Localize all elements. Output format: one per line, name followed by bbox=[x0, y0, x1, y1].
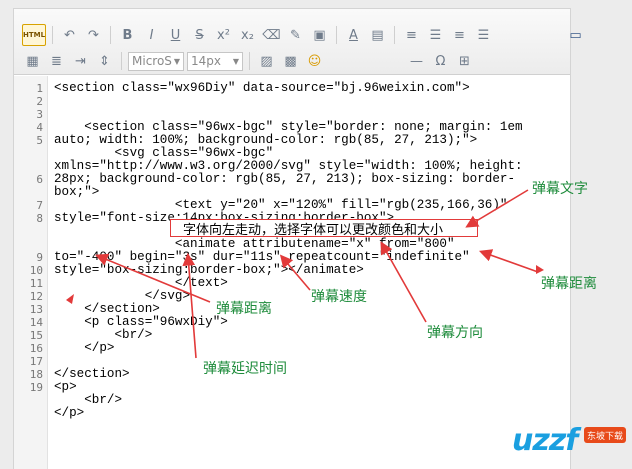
code-line[interactable] bbox=[54, 355, 564, 368]
app-window: HTML ↶ ↷ B I U S x² x₂ ⌫ ✎ ▣ A ▤ ≡ ☰ ≡ ☰… bbox=[0, 0, 632, 469]
line-number: 11 bbox=[29, 277, 43, 290]
align-right-icon[interactable]: ≡ bbox=[449, 25, 470, 46]
watermark-badge: 东坡下载 bbox=[584, 427, 626, 443]
code-line[interactable]: <br/> bbox=[54, 394, 564, 407]
toolbar-divider bbox=[249, 52, 250, 70]
strikethrough-icon[interactable]: S bbox=[189, 25, 210, 46]
line-number: 1 bbox=[36, 82, 43, 95]
align-left-icon[interactable]: ≡ bbox=[401, 25, 422, 46]
code-line[interactable]: </section> bbox=[54, 368, 564, 381]
border-icon[interactable]: ▦ bbox=[22, 51, 43, 72]
highlight-icon[interactable]: ▤ bbox=[367, 25, 388, 46]
line-number: 14 bbox=[29, 316, 43, 329]
code-line[interactable] bbox=[54, 95, 564, 108]
font-size-select[interactable]: 14px ▼ bbox=[187, 51, 243, 71]
line-number: 6 bbox=[36, 173, 43, 186]
source-code-area[interactable]: 1 2 3 4 5 6 7 8 9 10 11 12 13 14 15 16 17 18 19 <section c… bbox=[14, 76, 570, 469]
line-number: 5 bbox=[36, 134, 43, 147]
line-number: 17 bbox=[29, 355, 43, 368]
superscript-icon[interactable]: x² bbox=[213, 25, 234, 46]
underline-icon[interactable]: U bbox=[165, 25, 186, 46]
watermark-logo: uzzf 东坡下载 bbox=[510, 415, 628, 465]
tooltip-text: 字体向左走动，选择字体可以更改颜色和大小 bbox=[183, 222, 444, 238]
toolbar-divider bbox=[121, 52, 122, 70]
chevron-down-icon: ▼ bbox=[173, 56, 180, 66]
line-number: 12 bbox=[29, 290, 43, 303]
toolbar-row-2: ▦ ≣ ⇥ ⇕ MicroS ▼ 14px ▼ ▨ ▩ ☺ — Ω ⊞ bbox=[22, 49, 475, 73]
image-icon[interactable]: ▩ bbox=[280, 51, 301, 72]
bold-icon[interactable]: B bbox=[117, 25, 138, 46]
code-content[interactable]: <section class="wx96Diy" data-source="bj… bbox=[54, 82, 564, 420]
redo-icon[interactable]: ↷ bbox=[83, 25, 104, 46]
indent-icon[interactable]: ⇥ bbox=[70, 51, 91, 72]
toolbar-divider bbox=[336, 26, 337, 44]
line-number: 4 bbox=[36, 121, 43, 134]
omega-icon[interactable]: Ω bbox=[430, 51, 451, 72]
link-icon[interactable]: ⊞ bbox=[454, 51, 475, 72]
html-source-button[interactable]: HTML bbox=[22, 24, 46, 46]
line-number: 7 bbox=[36, 199, 43, 212]
editor-toolbar: HTML ↶ ↷ B I U S x² x₂ ⌫ ✎ ▣ A ▤ ≡ ☰ ≡ ☰… bbox=[14, 9, 582, 75]
format-painter-icon[interactable]: ✎ bbox=[285, 25, 306, 46]
undo-icon[interactable]: ↶ bbox=[59, 25, 80, 46]
align-justify-icon[interactable]: ☰ bbox=[473, 25, 494, 46]
font-family-select[interactable]: MicroS ▼ bbox=[128, 51, 184, 71]
line-height-icon[interactable]: ≣ bbox=[46, 51, 67, 72]
code-line[interactable]: <p> bbox=[54, 381, 564, 394]
paste-icon[interactable]: ▣ bbox=[309, 25, 330, 46]
annotation-danmu-distance-right: 弹幕距离 bbox=[541, 276, 597, 292]
tooltip-box: 字体向左走动，选择字体可以更改颜色和大小 bbox=[170, 219, 478, 238]
insert-image-icon[interactable]: ▨ bbox=[256, 51, 277, 72]
annotation-danmu-text: 弹幕文字 bbox=[532, 181, 588, 197]
align-center-icon[interactable]: ☰ bbox=[425, 25, 446, 46]
line-number: 13 bbox=[29, 303, 43, 316]
code-line[interactable]: 28px; background-color: rgb(85, 27, 213)… bbox=[54, 173, 564, 186]
line-number: 15 bbox=[29, 329, 43, 342]
toolbar-divider bbox=[52, 26, 53, 44]
toolbar-divider bbox=[110, 26, 111, 44]
annotation-danmu-delay: 弹幕延迟时间 bbox=[203, 361, 287, 377]
line-number: 8 bbox=[36, 212, 43, 225]
annotation-danmu-distance: 弹幕距离 bbox=[216, 301, 272, 317]
toolbar-row-1: HTML ↶ ↷ B I U S x² x₂ ⌫ ✎ ▣ A ▤ ≡ ☰ ≡ ☰… bbox=[22, 23, 586, 47]
annotation-danmu-speed: 弹幕速度 bbox=[311, 289, 367, 305]
subscript-icon[interactable]: x₂ bbox=[237, 25, 258, 46]
line-number: 10 bbox=[29, 264, 43, 277]
font-size-value: 14px bbox=[191, 54, 221, 68]
code-line[interactable]: <section class="wx96Diy" data-source="bj… bbox=[54, 82, 564, 95]
text-color-icon[interactable]: A bbox=[343, 25, 364, 46]
toolbar-divider bbox=[394, 26, 395, 44]
code-line[interactable]: <br/> bbox=[54, 329, 564, 342]
spacing-icon[interactable]: ⇕ bbox=[94, 51, 115, 72]
eraser-icon[interactable]: ⌫ bbox=[261, 25, 282, 46]
annotation-danmu-direction: 弹幕方向 bbox=[427, 325, 483, 341]
font-family-value: MicroS bbox=[132, 54, 172, 68]
line-number: 3 bbox=[36, 108, 43, 121]
line-number: 9 bbox=[36, 251, 43, 264]
rich-text-editor: HTML ↶ ↷ B I U S x² x₂ ⌫ ✎ ▣ A ▤ ≡ ☰ ≡ ☰… bbox=[13, 8, 582, 469]
code-line[interactable]: </p> bbox=[54, 342, 564, 355]
horizontal-rule-icon[interactable]: — bbox=[406, 51, 427, 72]
code-line[interactable]: </p> bbox=[54, 407, 564, 420]
line-number: 19 bbox=[29, 381, 43, 394]
line-number-gutter: 1 2 3 4 5 6 7 8 9 10 11 12 13 14 15 16 17 18 19 bbox=[14, 76, 48, 469]
line-number: 18 bbox=[29, 368, 43, 381]
line-number: 2 bbox=[36, 95, 43, 108]
fullscreen-icon[interactable]: ▭ bbox=[565, 25, 586, 46]
watermark-brand: uzzf bbox=[512, 423, 578, 458]
italic-icon[interactable]: I bbox=[141, 25, 162, 46]
html-label: HTML bbox=[22, 31, 46, 39]
emoji-icon[interactable]: ☺ bbox=[304, 51, 325, 72]
line-number: 16 bbox=[29, 342, 43, 355]
chevron-down-icon: ▼ bbox=[232, 56, 239, 66]
